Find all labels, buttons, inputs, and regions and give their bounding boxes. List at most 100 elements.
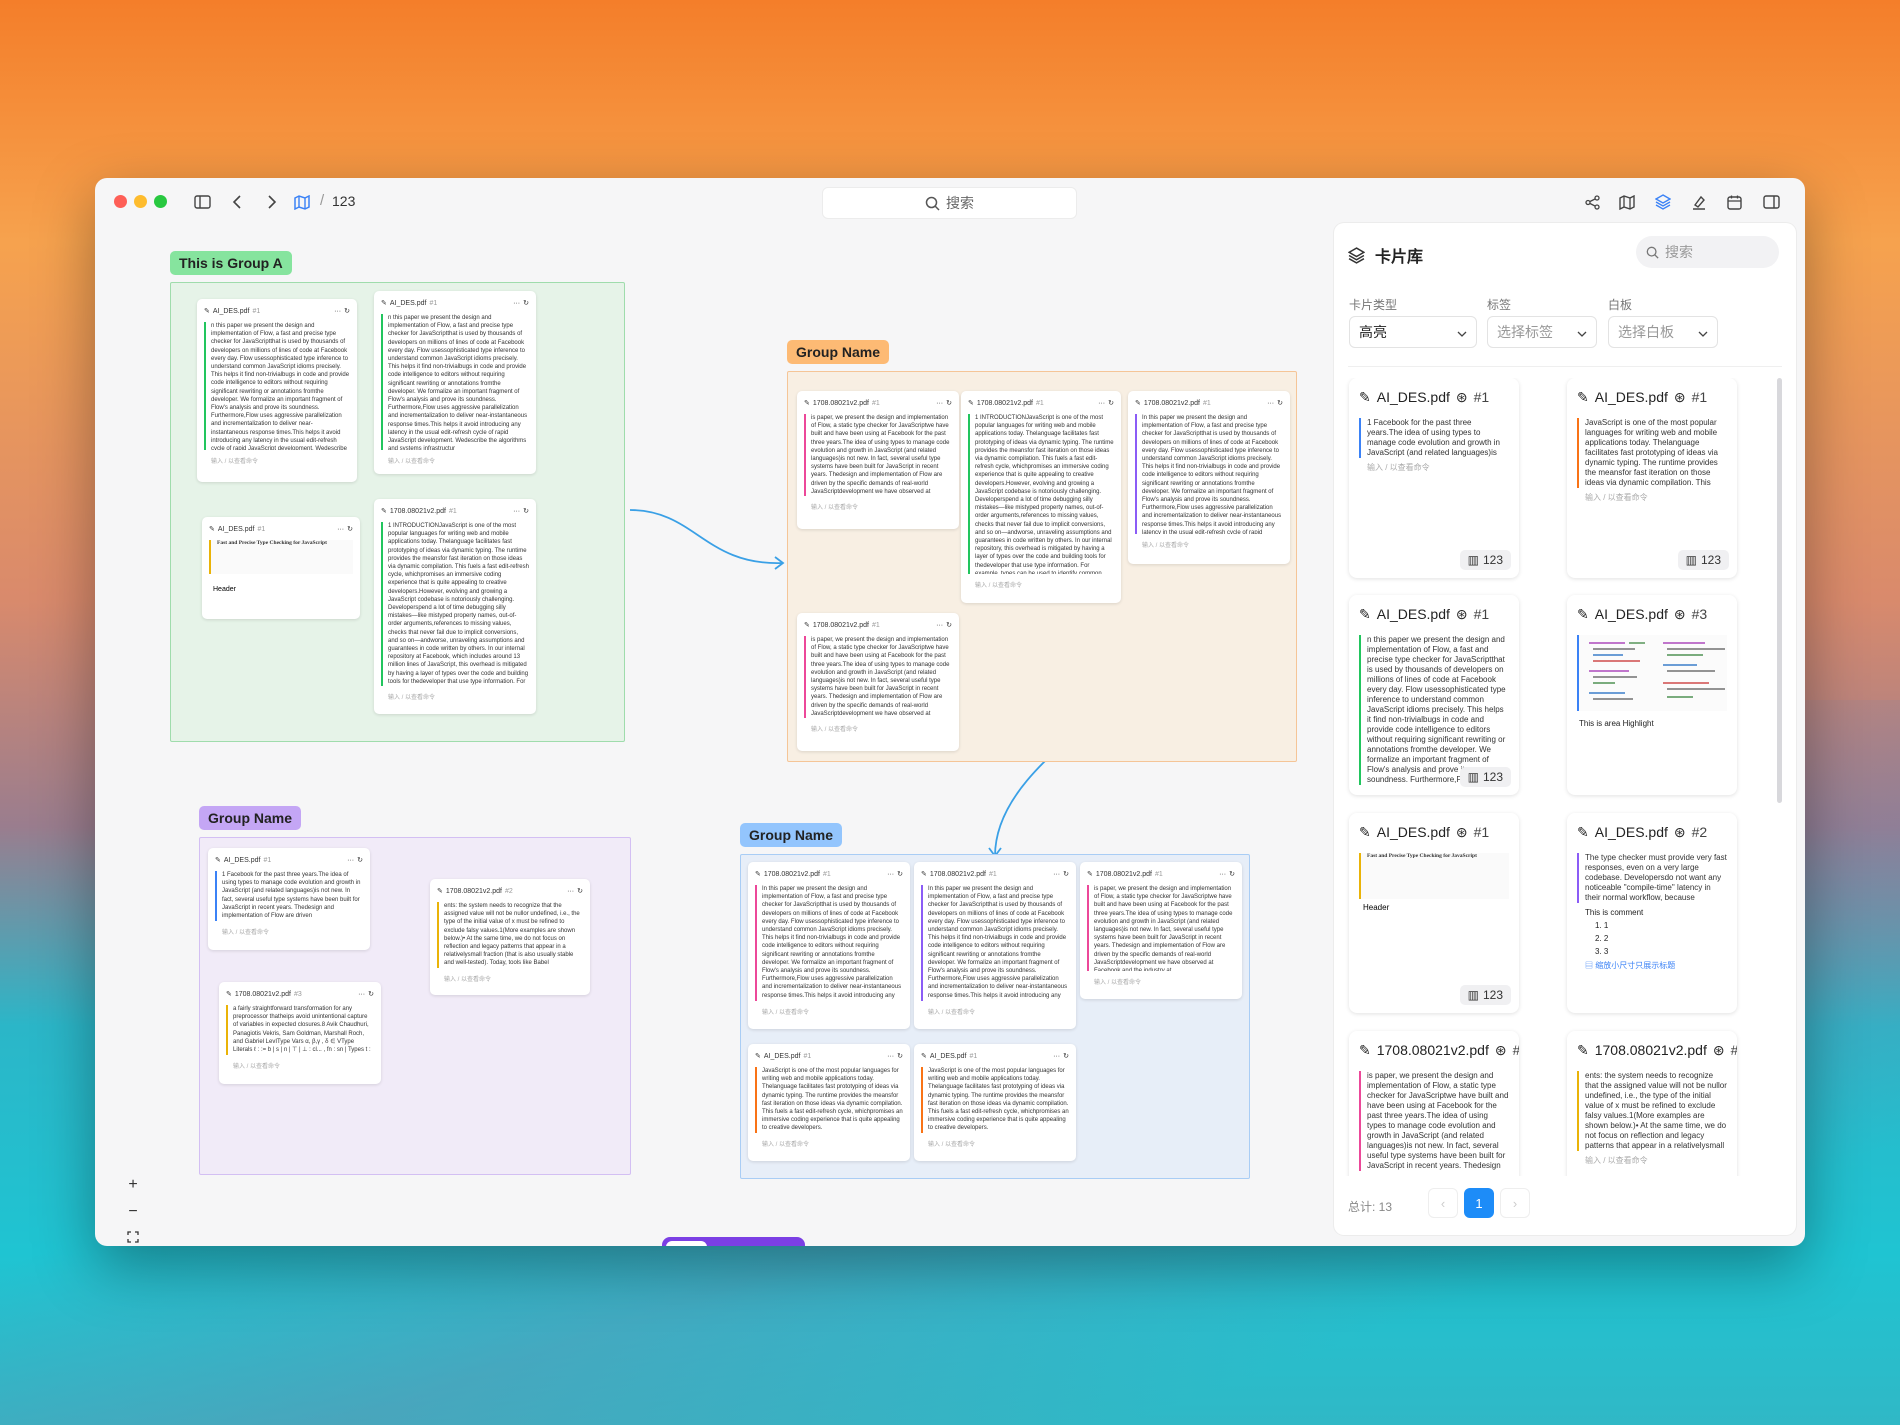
page-button-current[interactable]: 1 [1464, 1188, 1494, 1218]
calendar-icon[interactable] [1723, 191, 1745, 213]
more-icon[interactable]: ··· [513, 300, 520, 307]
board-icon[interactable] [1616, 191, 1638, 213]
group-label-a[interactable]: This is Group A [170, 251, 292, 275]
zoom-out-icon[interactable]: − [128, 1203, 137, 1221]
card-a1[interactable]: ✎ AI_DES.pdf #1 ··· ↻ n this paper we presen… [197, 299, 357, 482]
goto-icon[interactable]: ⊛ [1456, 389, 1468, 406]
board-badge[interactable]: ▥ 123 [1459, 550, 1511, 570]
fit-screen-icon[interactable] [127, 1230, 139, 1246]
sidebar-toggle-icon[interactable] [191, 191, 213, 213]
hand-tool-button[interactable] [713, 1241, 754, 1246]
refresh-icon[interactable]: ↻ [897, 1052, 903, 1060]
card-a3[interactable]: ✎ AI_DES.pdf #1 ··· ↻ Fast and Precise Type … [202, 517, 360, 619]
card-command-input[interactable]: 输入 / 以查看命令 [921, 1007, 1069, 1016]
group-label-b[interactable]: Group Name [787, 340, 890, 364]
card-command-input[interactable]: 输入 / 以查看命令 [921, 1139, 1069, 1148]
more-icon[interactable]: ··· [1219, 871, 1226, 878]
group-label-d[interactable]: Group Name [740, 823, 843, 847]
refresh-icon[interactable]: ↻ [897, 870, 903, 878]
card-command-input[interactable]: 输入 / 以查看命令 [226, 1061, 374, 1070]
card-library-list[interactable]: ✎ AI_DES.pdf ⊛ #1 1 Facebook for the past t… [1334, 378, 1780, 1176]
board-badge[interactable]: ▥ 123 [1459, 767, 1511, 787]
refresh-icon[interactable]: ↻ [577, 887, 583, 895]
library-card[interactable]: ✎ 1708.08021v2.pdf ⊛ #2 ents: the system ne… [1567, 1031, 1737, 1176]
card-command-input[interactable]: 输入 / 以查看命令 [381, 456, 529, 465]
breadcrumb-board-name[interactable]: 123 [332, 193, 355, 209]
refresh-icon[interactable]: ↻ [946, 399, 952, 407]
refresh-icon[interactable]: ↻ [946, 621, 952, 629]
refresh-icon[interactable]: ↻ [368, 990, 374, 998]
connector-group-a-to-b[interactable] [629, 509, 784, 564]
more-icon[interactable]: ··· [1098, 400, 1105, 407]
more-icon[interactable]: ··· [513, 508, 520, 515]
goto-icon[interactable]: ⊛ [1674, 389, 1686, 406]
refresh-icon[interactable]: ↻ [357, 856, 363, 864]
library-card-command-input[interactable]: 输入 / 以查看命令 [1577, 492, 1727, 503]
library-card[interactable]: ✎ 1708.08021v2.pdf ⊛ #1 is paper, we presen… [1349, 1031, 1519, 1176]
zoom-in-icon[interactable]: + [128, 1176, 137, 1194]
library-card[interactable]: ✎ AI_DES.pdf ⊛ #3 This is area Highlight [1567, 595, 1737, 795]
card-command-input[interactable]: 输入 / 以查看命令 [437, 974, 583, 983]
card-command-input[interactable]: 输入 / 以查看命令 [804, 502, 952, 511]
library-card[interactable]: ✎ AI_DES.pdf ⊛ #1 n this paper we present t… [1349, 595, 1519, 795]
refresh-icon[interactable]: ↻ [1229, 870, 1235, 878]
more-icon[interactable]: ··· [936, 622, 943, 629]
refresh-icon[interactable]: ↻ [1063, 870, 1069, 878]
card-command-input[interactable]: 输入 / 以查看命令 [968, 580, 1114, 589]
highlighter-icon[interactable] [1688, 191, 1710, 213]
goto-icon[interactable]: ⊛ [1674, 606, 1686, 623]
goto-icon[interactable]: ⊛ [1713, 1042, 1725, 1059]
panel-scrollbar[interactable] [1777, 378, 1782, 803]
goto-icon[interactable]: ⊛ [1456, 606, 1468, 623]
library-card-command-input[interactable]: 输入 / 以查看命令 [1577, 1155, 1727, 1166]
whiteboard-canvas[interactable]: This is Group A ✎ AI_DES.pdf #1 ··· ↻ n this… [95, 226, 1325, 1246]
share-icon[interactable] [1581, 191, 1603, 213]
refresh-icon[interactable]: ↻ [1108, 399, 1114, 407]
library-card[interactable]: ✎ AI_DES.pdf ⊛ #2 The type checker must pro… [1567, 813, 1737, 1013]
goto-icon[interactable]: ⊛ [1456, 824, 1468, 841]
board-badge[interactable]: ▥ 123 [1459, 985, 1511, 1005]
refresh-icon[interactable]: ↻ [344, 307, 350, 315]
more-icon[interactable]: ··· [1267, 400, 1274, 407]
filter-type-select[interactable]: 高亮 [1349, 316, 1477, 348]
library-card[interactable]: ✎ AI_DES.pdf ⊛ #1 Fast and Precise Type Che… [1349, 813, 1519, 1013]
card-d3[interactable]: ✎ 1708.08021v2.pdf #1 ··· ↻ is paper, we pre… [1080, 862, 1242, 999]
card-b4[interactable]: ✎ 1708.08021v2.pdf #1 ··· ↻ is paper, we pre… [797, 613, 959, 751]
card-d5[interactable]: ✎ AI_DES.pdf #1 ··· ↻ JavaScript is one of t… [914, 1044, 1076, 1161]
prev-page-button[interactable]: ‹ [1428, 1188, 1458, 1218]
more-icon[interactable]: ··· [1053, 1053, 1060, 1060]
card-library-icon[interactable] [1652, 191, 1674, 213]
refresh-icon[interactable]: ↻ [523, 299, 529, 307]
refresh-icon[interactable]: ↻ [1277, 399, 1283, 407]
card-command-input[interactable]: 输入 / 以查看命令 [215, 927, 363, 936]
card-d2[interactable]: ✎ 1708.08021v2.pdf #1 ··· ↻ In this paper we… [914, 862, 1076, 1029]
right-panel-toggle-icon[interactable] [1760, 191, 1782, 213]
back-icon[interactable] [226, 191, 248, 213]
global-search-input[interactable]: 搜索 [822, 187, 1077, 219]
attachment-link[interactable]: ▤ 缩放小尺寸只展示标题 [1577, 960, 1727, 971]
card-c3[interactable]: ✎ 1708.08021v2.pdf #3 ··· ↻ a fairly straigh… [219, 982, 381, 1084]
card-c2[interactable]: ✎ 1708.08021v2.pdf #2 ··· ↻ ents: the system… [430, 879, 590, 995]
refresh-icon[interactable]: ↻ [1063, 1052, 1069, 1060]
more-icon[interactable]: ··· [887, 1053, 894, 1060]
card-command-input[interactable]: 输入 / 以查看命令 [804, 724, 952, 733]
card-d4[interactable]: ✎ AI_DES.pdf #1 ··· ↻ JavaScript is one of t… [748, 1044, 910, 1161]
more-icon[interactable]: ··· [347, 857, 354, 864]
card-b3[interactable]: ✎ 1708.08021v2.pdf #1 ··· ↻ In this paper we… [1128, 391, 1290, 564]
group-label-c[interactable]: Group Name [199, 806, 302, 830]
close-window-button[interactable] [114, 195, 127, 208]
forward-icon[interactable] [261, 191, 283, 213]
card-a2[interactable]: ✎ AI_DES.pdf #1 ··· ↻ n this paper we presen… [374, 291, 536, 474]
more-icon[interactable]: ··· [334, 308, 341, 315]
card-c1[interactable]: ✎ AI_DES.pdf #1 ··· ↻ 1 Facebook for the pas… [208, 848, 370, 950]
board-map-icon[interactable] [291, 191, 313, 213]
more-icon[interactable]: ··· [358, 991, 365, 998]
card-command-input[interactable]: 输入 / 以查看命令 [1087, 977, 1235, 986]
card-command-input[interactable]: 输入 / 以查看命令 [755, 1007, 903, 1016]
next-page-button[interactable]: › [1500, 1188, 1530, 1218]
filter-tag-select[interactable]: 选择标签 [1487, 316, 1597, 348]
library-card-command-input[interactable]: 输入 / 以查看命令 [1359, 462, 1509, 473]
goto-icon[interactable]: ⊛ [1495, 1042, 1507, 1059]
board-badge[interactable]: ▥ 123 [1677, 550, 1729, 570]
more-icon[interactable]: ··· [936, 400, 943, 407]
